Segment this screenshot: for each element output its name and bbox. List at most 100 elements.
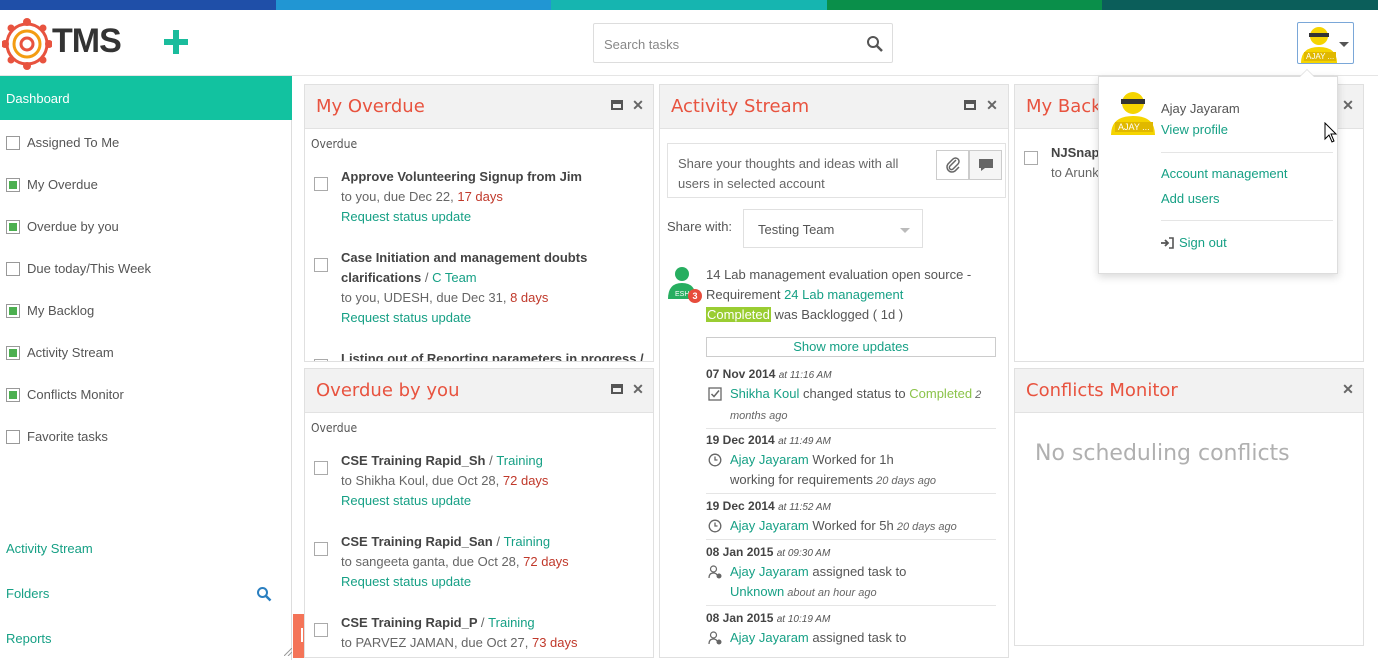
update-user-link[interactable]: Ajay Jayaram bbox=[730, 564, 809, 579]
update-row: Ajay Jayaram assigned task to bbox=[706, 628, 996, 650]
task-team-link[interactable]: C Team bbox=[432, 270, 477, 285]
sign-out-link[interactable]: Sign out bbox=[1161, 235, 1227, 250]
task-checkbox[interactable] bbox=[314, 359, 328, 361]
sidebar: Dashboard Assigned To Me My Overdue Over… bbox=[0, 76, 292, 660]
update-extra: working for requirements bbox=[730, 472, 874, 487]
checkbox[interactable] bbox=[6, 388, 20, 402]
checkbox[interactable] bbox=[6, 262, 20, 276]
task-team-link[interactable]: Training bbox=[496, 453, 542, 468]
search-icon[interactable] bbox=[866, 35, 884, 53]
post-comment-button[interactable] bbox=[969, 150, 1002, 180]
update-user-link[interactable]: Ajay Jayaram bbox=[730, 630, 809, 645]
sidebar-item-assigned-to-me[interactable]: Assigned To Me bbox=[0, 122, 292, 164]
sidebar-item-conflicts-monitor[interactable]: Conflicts Monitor bbox=[0, 374, 292, 416]
task-title-text: CSE Training Rapid_P bbox=[341, 615, 478, 630]
update-date-text: 07 Nov 2014 bbox=[706, 367, 776, 381]
sidebar-item-due-today[interactable]: Due today/This Week bbox=[0, 248, 292, 290]
add-task-button[interactable] bbox=[162, 28, 190, 56]
nav-link-folders[interactable]: Folders bbox=[6, 586, 49, 601]
task-title-text: CSE Training Rapid_Sh bbox=[341, 453, 486, 468]
close-icon[interactable]: ✕ bbox=[631, 382, 645, 396]
account-management-link[interactable]: Account management bbox=[1161, 166, 1287, 181]
user-name: Ajay Jayaram bbox=[1161, 101, 1240, 116]
update-ago: 20 days ago bbox=[873, 475, 937, 487]
sidebar-item-overdue-by-you[interactable]: Overdue by you bbox=[0, 206, 292, 248]
task-checkbox[interactable] bbox=[314, 258, 328, 272]
status-badge: Completed bbox=[706, 307, 771, 322]
checkbox[interactable] bbox=[6, 430, 20, 444]
task-team-link[interactable]: Training bbox=[488, 615, 534, 630]
chevron-down-icon bbox=[1339, 42, 1349, 47]
share-with-select[interactable]: Testing Team bbox=[743, 209, 923, 248]
panel-activity-stream: Activity Stream ✕ Share your thoughts an… bbox=[659, 84, 1009, 658]
update-date: 19 Dec 2014 at 11:49 AM bbox=[706, 433, 831, 447]
show-more-updates-button[interactable]: Show more updates bbox=[706, 337, 996, 357]
add-users-link[interactable]: Add users bbox=[1161, 191, 1220, 206]
logo-emblem-icon bbox=[2, 18, 52, 70]
close-icon[interactable]: ✕ bbox=[1341, 98, 1355, 112]
task-checkbox[interactable] bbox=[314, 177, 328, 191]
update-action: assigned task to bbox=[808, 564, 907, 579]
panel-header: Activity Stream ✕ bbox=[660, 85, 1008, 129]
task-team-link[interactable]: Training bbox=[504, 534, 550, 549]
request-status-link[interactable]: Request status update bbox=[341, 308, 471, 328]
task-meta: to Arunk bbox=[1051, 165, 1099, 180]
paperclip-icon bbox=[946, 157, 960, 173]
nav-link-activity-stream[interactable]: Activity Stream bbox=[6, 541, 93, 556]
comment-icon bbox=[979, 159, 993, 171]
update-row: Ajay Jayaram Worked for 1h working for re… bbox=[706, 450, 996, 494]
minimize-icon[interactable] bbox=[611, 384, 623, 394]
task-assignee: to you, UDESH, due Dec 31, bbox=[341, 290, 511, 305]
request-status-link[interactable]: Request status update bbox=[341, 491, 471, 511]
avatar-label: AJAY ... bbox=[1115, 122, 1153, 132]
update-user-link[interactable]: Ajay Jayaram bbox=[730, 518, 809, 533]
task-title[interactable]: Case Initiation and management doubts cl… bbox=[341, 248, 601, 288]
user-menu-button[interactable]: AJAY ... bbox=[1297, 22, 1354, 64]
close-icon[interactable]: ✕ bbox=[631, 98, 645, 112]
update-assignee-link[interactable]: Unknown bbox=[730, 584, 784, 599]
tms-logo[interactable]: TMS bbox=[2, 16, 132, 72]
sidebar-item-favorite-tasks[interactable]: Favorite tasks bbox=[0, 416, 292, 458]
minimize-icon[interactable] bbox=[964, 100, 976, 110]
task-title[interactable]: Listing out of Reporting parameters in p… bbox=[341, 349, 644, 361]
checkbox[interactable] bbox=[6, 304, 20, 318]
task-meta: to sangeeta ganta, due Oct 28, 72 days bbox=[341, 552, 569, 572]
search-icon[interactable] bbox=[256, 586, 272, 602]
checkbox[interactable] bbox=[6, 178, 20, 192]
task-title[interactable]: CSE Training Rapid_Sh / Training bbox=[341, 451, 543, 471]
checkbox[interactable] bbox=[6, 346, 20, 360]
task-title[interactable]: NJSnap bbox=[1051, 143, 1099, 163]
task-checkbox[interactable] bbox=[314, 461, 328, 475]
update-user-link[interactable]: Ajay Jayaram bbox=[730, 452, 809, 467]
view-profile-link[interactable]: View profile bbox=[1161, 122, 1228, 137]
task-title[interactable]: CSE Training Rapid_P / Training bbox=[341, 613, 535, 633]
close-icon[interactable]: ✕ bbox=[1341, 382, 1355, 396]
update-time: at 10:19 AM bbox=[776, 614, 831, 625]
sidebar-item-dashboard[interactable]: Dashboard bbox=[0, 76, 292, 120]
user-dropdown-menu: AJAY ... Ajay Jayaram View profile Accou… bbox=[1098, 69, 1338, 274]
resize-handle-icon[interactable] bbox=[284, 648, 292, 656]
request-status-link[interactable]: Request status update bbox=[341, 207, 471, 227]
task-checkbox[interactable] bbox=[314, 542, 328, 556]
sidebar-item-my-backlog[interactable]: My Backlog bbox=[0, 290, 292, 332]
nav-link-reports[interactable]: Reports bbox=[6, 631, 52, 646]
checkbox[interactable] bbox=[6, 220, 20, 234]
task-checkbox[interactable] bbox=[1024, 151, 1038, 165]
sidebar-item-my-overdue[interactable]: My Overdue bbox=[0, 164, 292, 206]
attach-button[interactable] bbox=[936, 150, 969, 180]
task-title[interactable]: CSE Training Rapid_San / Training bbox=[341, 532, 550, 552]
sidebar-item-activity-stream[interactable]: Activity Stream bbox=[0, 332, 292, 374]
minimize-icon[interactable] bbox=[611, 100, 623, 110]
checkbox[interactable] bbox=[6, 136, 20, 150]
task-checkbox[interactable] bbox=[314, 623, 328, 637]
task-title[interactable]: Approve Volunteering Signup from Jim bbox=[341, 167, 582, 187]
activity-project-link[interactable]: 24 Lab management bbox=[784, 287, 903, 302]
request-status-link[interactable]: Request status update bbox=[341, 572, 471, 592]
close-icon[interactable]: ✕ bbox=[985, 98, 999, 112]
update-user-link[interactable]: Shikha Koul bbox=[730, 386, 799, 401]
search-input[interactable] bbox=[604, 34, 854, 54]
task-assignee: to sangeeta ganta, due Oct 28, bbox=[341, 554, 524, 569]
update-time: at 11:49 AM bbox=[778, 436, 831, 447]
update-status: Completed bbox=[909, 386, 973, 401]
share-thoughts-input[interactable]: Share your thoughts and ideas with all u… bbox=[667, 143, 1006, 198]
